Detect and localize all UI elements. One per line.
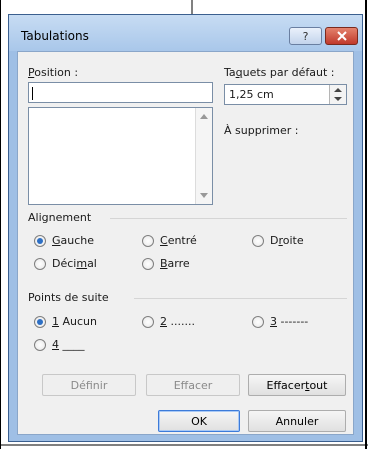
spin-down-icon[interactable] [334,97,342,101]
leader-underline-radio[interactable] [34,339,46,351]
align-decimal-option[interactable]: Décimal [34,257,97,270]
text-caret [32,87,33,100]
default-tabs-label: Taquets par défaut : [224,66,335,79]
align-right-option[interactable]: Droite [252,234,304,247]
help-icon: ? [302,29,309,43]
align-decimal-radio[interactable] [34,258,46,270]
close-button[interactable] [325,27,358,45]
default-tabs-value: 1,25 cm [229,88,274,101]
leader-underline-option[interactable]: 4 ____ [34,338,85,351]
tabs-dialog: Tabulations ? Position : Taquets par déf [8,14,363,442]
spin-up-icon[interactable] [334,88,342,92]
align-left-option[interactable]: Gauche [34,234,94,247]
leader-dots-radio[interactable] [142,316,154,328]
clear-all-button[interactable]: Effacer t out [248,374,346,396]
leader-none-radio[interactable] [34,316,46,328]
to-clear-label: À supprimer : [224,124,299,137]
ok-button[interactable]: OK [158,410,240,432]
help-button[interactable]: ? [289,27,322,45]
tab-stops-list[interactable] [28,107,213,205]
clear-button[interactable]: Effacer [146,374,240,396]
alignment-group-title: Alignement [28,211,92,224]
list-scrollbar[interactable] [195,108,212,204]
leader-group-title: Points de suite [28,291,109,304]
align-left-radio[interactable] [34,235,46,247]
alignment-divider [110,218,347,219]
cancel-button[interactable]: Annuler [248,410,346,432]
default-tabs-stepper[interactable]: 1,25 cm [224,84,347,105]
spin-buttons[interactable] [329,85,346,104]
set-button[interactable]: Définir [42,374,136,396]
leader-none-option[interactable]: 1 Aucun [34,315,97,328]
leader-divider [134,298,347,299]
align-right-radio[interactable] [252,235,264,247]
title-bar[interactable]: Tabulations ? [9,15,362,51]
scroll-up-icon[interactable] [200,114,208,119]
align-center-radio[interactable] [142,235,154,247]
leader-dots-option[interactable]: 2 ....... [142,315,195,328]
dialog-title: Tabulations [21,29,89,43]
align-bar-radio[interactable] [142,258,154,270]
position-label: Position : [28,66,79,79]
position-input[interactable] [28,82,213,103]
dialog-client: Position : Taquets par défaut : 1,25 cm … [17,51,354,435]
close-icon [336,31,347,41]
align-center-option[interactable]: Centré [142,234,197,247]
scroll-down-icon[interactable] [200,193,208,198]
leader-dashes-radio[interactable] [252,316,264,328]
align-bar-option[interactable]: Barre [142,257,190,270]
leader-dashes-option[interactable]: 3 ------- [252,315,308,328]
